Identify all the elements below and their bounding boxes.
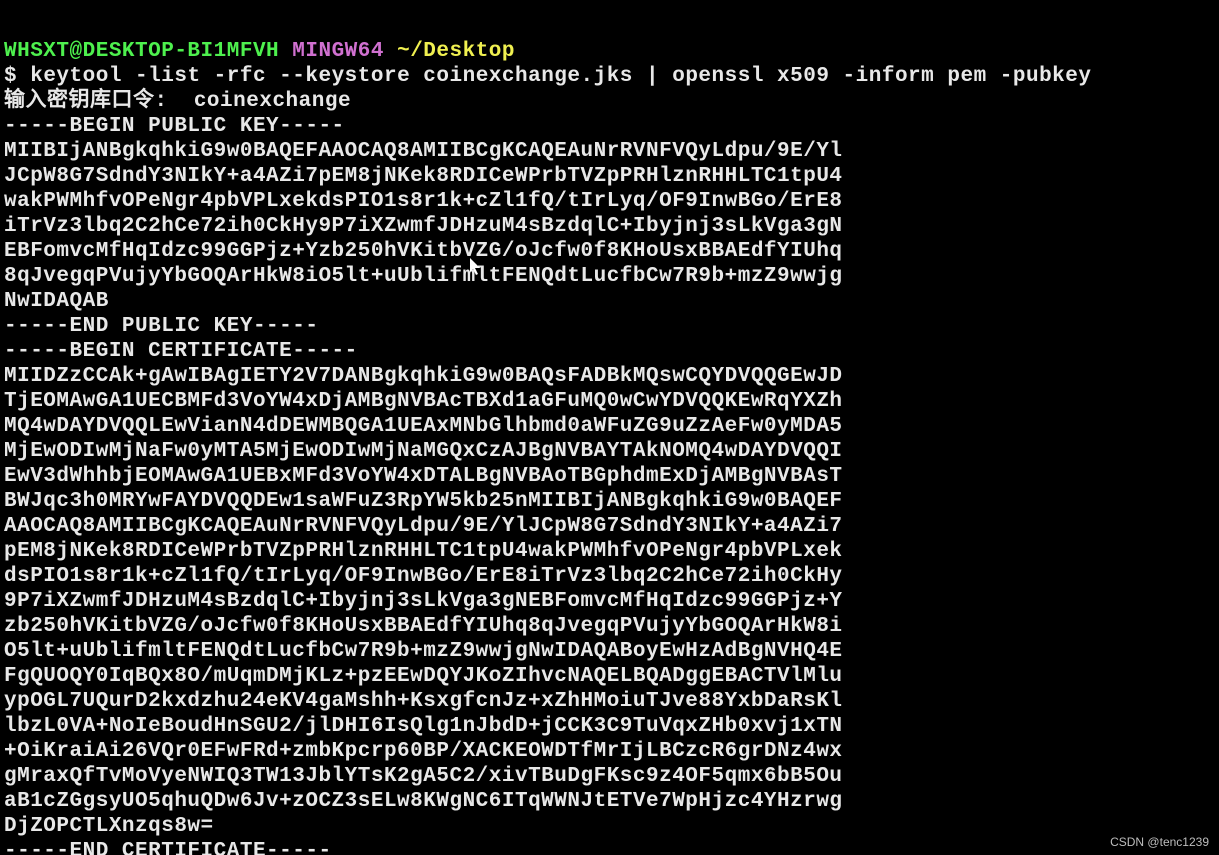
passphrase-value: coinexchange xyxy=(194,90,351,113)
cert-line: O5lt+uUblifmltFENQdtLucfbCw7R9b+mzZ9wwjg… xyxy=(4,640,843,663)
cert-line: MIIDZzCCAk+gAwIBAgIETY2V7DANBgkqhkiG9w0B… xyxy=(4,365,843,388)
pubkey-line: NwIDAQAB xyxy=(4,290,109,313)
pubkey-line: JCpW8G7SdndY3NIkY+a4AZi7pEM8jNKek8RDICeW… xyxy=(4,165,843,188)
cert-line: BWJqc3h0MRYwFAYDVQQDEw1saWFuZ3RpYW5kb25n… xyxy=(4,490,843,513)
cert-line: gMraxQfTvMoVyeNWIQ3TW13JblYTsK2gA5C2/xiv… xyxy=(4,765,843,788)
cert-line: DjZOPCTLXnzqs8w= xyxy=(4,815,214,838)
command-line[interactable]: keytool -list -rfc --keystore coinexchan… xyxy=(30,65,1091,88)
cert-line: MjEwODIwMjNaFw0yMTA5MjEwODIwMjNaMGQxCzAJ… xyxy=(4,440,843,463)
prompt-path: ~/Desktop xyxy=(397,40,515,63)
cert-line: 9P7iXZwmfJDHzuM4sBzdqlC+Ibyjnj3sLkVga3gN… xyxy=(4,590,843,613)
pubkey-begin: -----BEGIN PUBLIC KEY----- xyxy=(4,115,345,138)
pubkey-line: iTrVz3lbq2C2hCe72ih0CkHy9P7iXZwmfJDHzuM4… xyxy=(4,215,843,238)
cert-line: EwV3dWhhbjEOMAwGA1UEBxMFd3VoYW4xDTALBgNV… xyxy=(4,465,843,488)
cert-line: pEM8jNKek8RDICeWPrbTVZpPRHlznRHHLTC1tpU4… xyxy=(4,540,843,563)
pubkey-line: EBFomvcMfHqIdzc99GGPjz+Yzb250hVKitbVZG/o… xyxy=(4,240,843,263)
prompt-symbol: $ xyxy=(4,65,17,88)
watermark-text: CSDN @tenc1239 xyxy=(1110,835,1209,849)
cert-line: +OiKraiAi26VQr0EFwFRd+zmbKpcrp60BP/XACKE… xyxy=(4,740,843,763)
cert-begin: -----BEGIN CERTIFICATE----- xyxy=(4,340,358,363)
pubkey-line: wakPWMhfvOPeNgr4pbVPLxekdsPIO1s8r1k+cZl1… xyxy=(4,190,843,213)
cert-line: ypOGL7UQurD2kxdzhu24eKV4gaMshh+KsxgfcnJz… xyxy=(4,690,843,713)
pubkey-line: 8qJvegqPVujyYbGOQArHkW8iO5lt+uUblifmltFE… xyxy=(4,265,843,288)
cert-line: lbzL0VA+NoIeBoudHnSGU2/jlDHI6IsQlg1nJbdD… xyxy=(4,715,843,738)
prompt-user: WHSXT@DESKTOP-BI1MFVH xyxy=(4,40,279,63)
cert-line: aB1cZGgsyUO5qhuQDw6Jv+zOCZ3sELw8KWgNC6IT… xyxy=(4,790,843,813)
cert-end: -----END CERTIFICATE----- xyxy=(4,840,332,855)
pubkey-line: MIIBIjANBgkqhkiG9w0BAQEFAAOCAQ8AMIIBCgKC… xyxy=(4,140,843,163)
cert-line: TjEOMAwGA1UECBMFd3VoYW4xDjAMBgNVBAcTBXd1… xyxy=(4,390,843,413)
cert-line: MQ4wDAYDVQQLEwVianN4dDEWMBQGA1UEAxMNbGlh… xyxy=(4,415,843,438)
prompt-os: MINGW64 xyxy=(292,40,384,63)
cert-line: dsPIO1s8r1k+cZl1fQ/tIrLyq/OF9InwBGo/ErE8… xyxy=(4,565,843,588)
cert-line: zb250hVKitbVZG/oJcfw0f8KHoUsxBBAEdfYIUhq… xyxy=(4,615,843,638)
cert-line: AAOCAQ8AMIIBCgKCAQEAuNrRVNFVQyLdpu/9E/Yl… xyxy=(4,515,843,538)
terminal-window[interactable]: WHSXT@DESKTOP-BI1MFVH MINGW64 ~/Desktop … xyxy=(0,0,1219,855)
passphrase-prompt: 输入密钥库口令: xyxy=(4,90,168,113)
cert-line: FgQUOQY0IqBQx8O/mUqmDMjKLz+pzEEwDQYJKoZI… xyxy=(4,665,843,688)
pubkey-end: -----END PUBLIC KEY----- xyxy=(4,315,318,338)
